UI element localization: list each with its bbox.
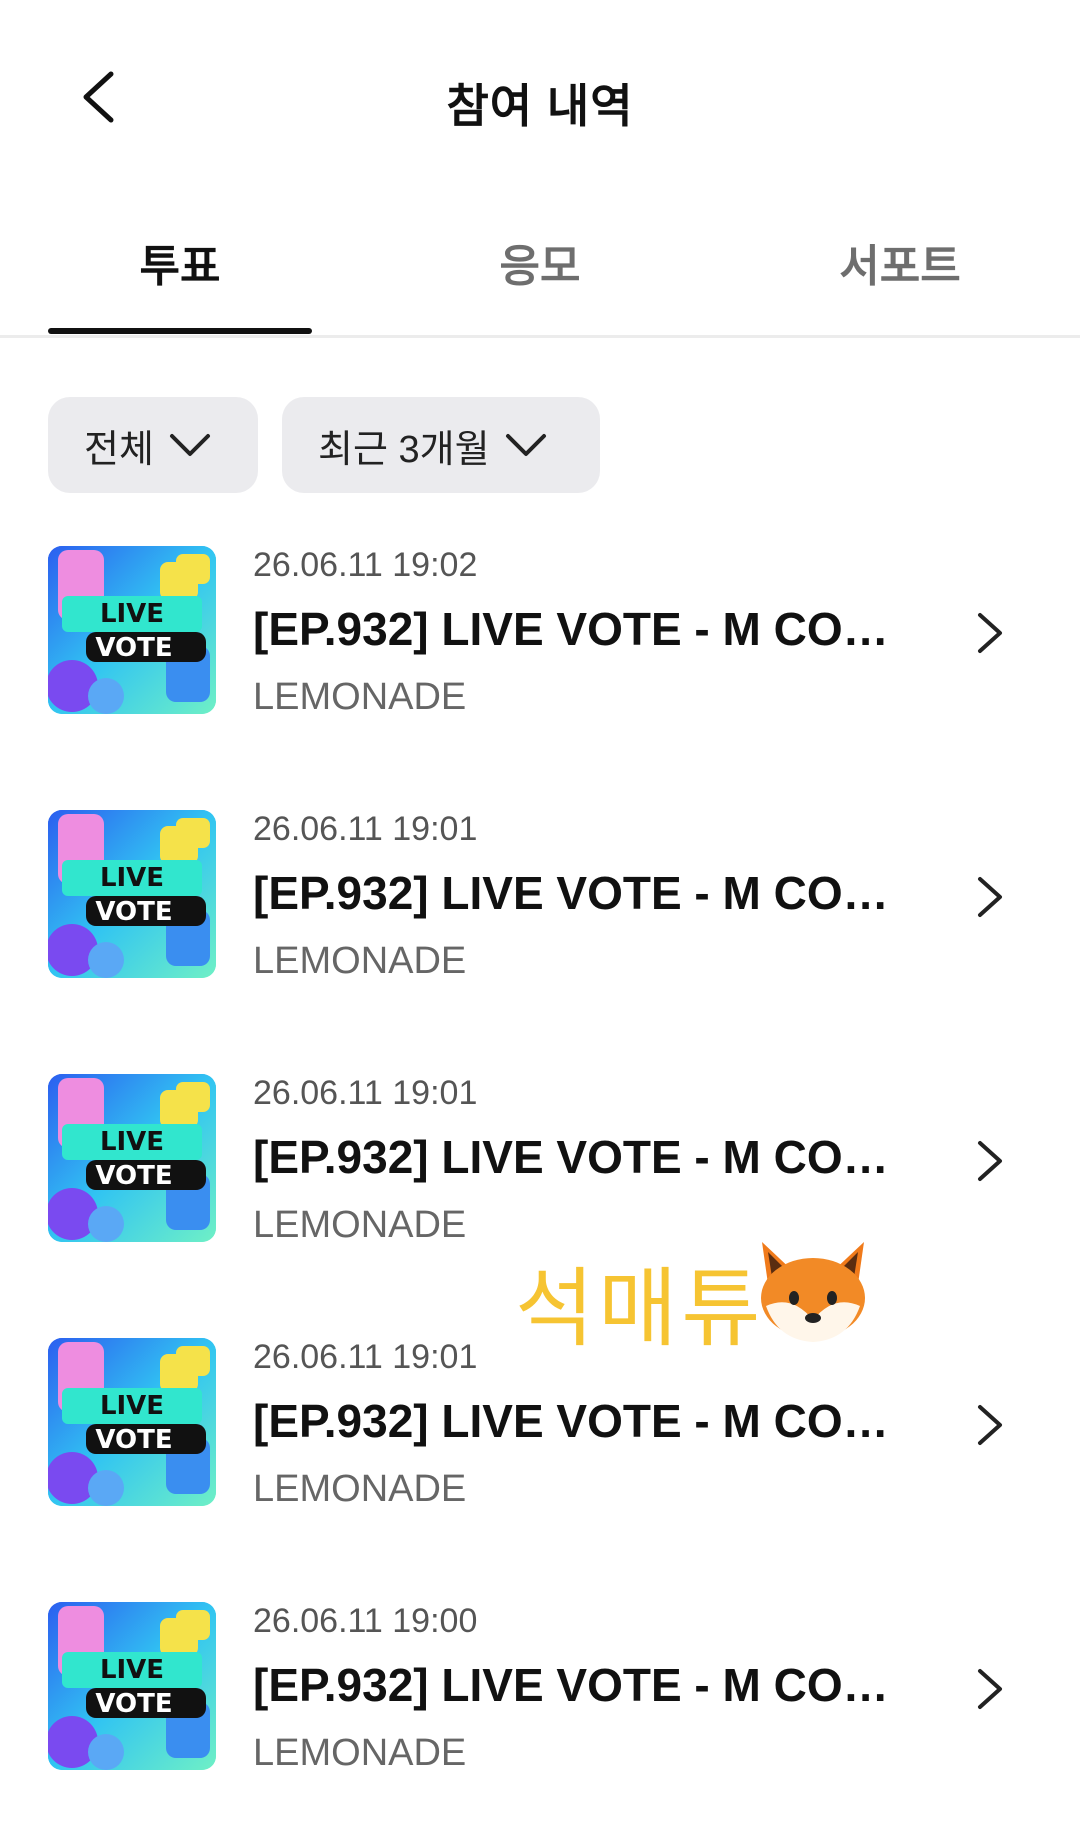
- list-item[interactable]: LIVE VOTE 26.06.11 19:02 [EP.932] LIVE V…: [0, 530, 1080, 794]
- thumbnail-text-vote: VOTE: [95, 897, 172, 927]
- page-title: 참여 내역: [446, 80, 634, 132]
- fox-face-icon: [761, 1242, 865, 1342]
- vote-date: 26.06.11 19:01: [253, 1074, 478, 1112]
- period-filter-label: 최근 3개월: [318, 428, 490, 471]
- artist-name: LEMONADE: [253, 1732, 467, 1774]
- live-vote-thumbnail: LIVE VOTE: [48, 1602, 216, 1770]
- artist-name: LEMONADE: [253, 1204, 467, 1246]
- sticker-text: 석매튜: [515, 1259, 765, 1359]
- category-filter-label: 전체: [84, 428, 154, 471]
- chevron-down-icon: [505, 434, 546, 456]
- live-vote-thumbnail: LIVE VOTE: [48, 1338, 216, 1506]
- live-vote-thumbnail: LIVE VOTE: [48, 546, 216, 714]
- vote-title: [EP.932] LIVE VOTE - M COUNTDOWN: [253, 1131, 913, 1183]
- tab-support[interactable]: 서포트: [720, 230, 1080, 310]
- vote-title: [EP.932] LIVE VOTE - M COUNTDOWN: [253, 603, 913, 655]
- artist-name: LEMONADE: [253, 676, 467, 718]
- thumbnail-text-live: LIVE: [100, 1655, 164, 1685]
- vote-title: [EP.932] LIVE VOTE - M COUNTDOWN: [253, 867, 913, 919]
- chevron-down-icon: [169, 434, 210, 456]
- live-vote-thumbnail: LIVE VOTE: [48, 810, 216, 978]
- vote-date: 26.06.11 19:00: [253, 1602, 478, 1640]
- thumbnail-text-vote: VOTE: [95, 1161, 172, 1191]
- artist-name: LEMONADE: [253, 940, 467, 982]
- artist-name: LEMONADE: [253, 1468, 467, 1510]
- chevron-right-icon: [978, 613, 1002, 653]
- thumbnail-text-vote: VOTE: [95, 1425, 172, 1455]
- chevron-right-icon: [978, 1669, 1002, 1709]
- live-vote-thumbnail: LIVE VOTE: [48, 1074, 216, 1242]
- list-item[interactable]: LIVE VOTE 26.06.11 19:00 [EP.932] LIVE V…: [0, 1586, 1080, 1833]
- thumbnail-text-live: LIVE: [100, 599, 164, 629]
- thumbnail-text-live: LIVE: [100, 1127, 164, 1157]
- vote-title: [EP.932] LIVE VOTE - M COUNTDOWN: [253, 1659, 913, 1711]
- tab-vote[interactable]: 투표: [0, 230, 360, 310]
- vote-title: [EP.932] LIVE VOTE - M COUNTDOWN: [253, 1395, 913, 1447]
- chevron-right-icon: [978, 1141, 1002, 1181]
- top-bar: 참여 내역: [0, 0, 1080, 200]
- active-tab-indicator: [48, 328, 312, 334]
- vote-date: 26.06.11 19:01: [253, 810, 478, 848]
- participation-history-screen: 참여 내역 투표 응모 서포트 전체 최근 3개월 LIVE VOTE 26.0…: [0, 0, 1080, 1833]
- period-filter-dropdown[interactable]: 최근 3개월: [282, 397, 600, 493]
- vote-date: 26.06.11 19:01: [253, 1338, 478, 1376]
- tab-entry[interactable]: 응모: [360, 230, 720, 310]
- thumbnail-text-vote: VOTE: [95, 633, 172, 663]
- vote-date: 26.06.11 19:02: [253, 546, 478, 584]
- category-filter-dropdown[interactable]: 전체: [48, 397, 258, 493]
- vote-history-list: LIVE VOTE 26.06.11 19:02 [EP.932] LIVE V…: [0, 530, 1080, 1833]
- chevron-right-icon: [978, 1405, 1002, 1445]
- chevron-right-icon: [978, 877, 1002, 917]
- tab-bar: 투표 응모 서포트: [0, 200, 1080, 338]
- thumbnail-text-vote: VOTE: [95, 1689, 172, 1719]
- thumbnail-text-live: LIVE: [100, 1391, 164, 1421]
- thumbnail-text-live: LIVE: [100, 863, 164, 893]
- list-item[interactable]: LIVE VOTE 26.06.11 19:01 [EP.932] LIVE V…: [0, 794, 1080, 1058]
